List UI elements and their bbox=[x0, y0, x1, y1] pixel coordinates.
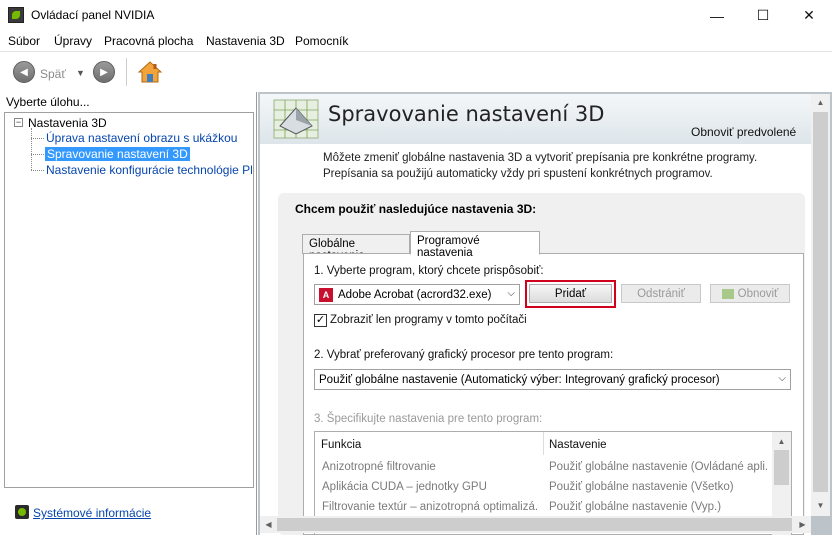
tree-item-physx[interactable]: Nastavenie konfigurácie technológie Phys… bbox=[46, 163, 252, 177]
3d-settings-icon bbox=[273, 99, 319, 139]
home-icon[interactable] bbox=[138, 60, 162, 84]
gpu-select[interactable]: Použiť globálne nastavenie (Automatický … bbox=[314, 369, 791, 390]
program-select-value: Adobe Acrobat (acrord32.exe) bbox=[338, 288, 492, 301]
menu-3d-settings[interactable]: Nastavenia 3D bbox=[206, 34, 285, 48]
remove-program-button[interactable]: Odstrániť bbox=[621, 284, 701, 303]
tree-connector bbox=[31, 154, 44, 155]
tree-item-manage-3d[interactable]: Spravovanie nastavení 3D bbox=[45, 147, 190, 161]
menu-file[interactable]: Súbor bbox=[8, 34, 40, 48]
tree-root-3d-settings[interactable]: Nastavenia 3D bbox=[28, 116, 107, 130]
toolbar-separator bbox=[126, 58, 127, 86]
program-select[interactable]: A Adobe Acrobat (acrord32.exe) ⌵ bbox=[314, 284, 520, 305]
scroll-left-icon[interactable]: ◀ bbox=[260, 516, 277, 533]
local-programs-checkbox[interactable]: ✓ bbox=[314, 314, 327, 327]
nvidia-app-icon bbox=[8, 7, 24, 23]
grid-cell-feature[interactable]: Aplikácia CUDA – jednotky GPU bbox=[322, 481, 537, 493]
grid-cell-feature[interactable]: Anizotropné filtrovanie bbox=[322, 461, 537, 473]
scroll-right-icon[interactable]: ▶ bbox=[794, 516, 811, 533]
minimize-icon: — bbox=[710, 7, 724, 24]
system-info-icon bbox=[15, 505, 29, 519]
settings-heading: Chcem použiť nasledujúce nastavenia 3D: bbox=[295, 202, 537, 216]
chevron-down-icon: ⌵ bbox=[778, 373, 786, 384]
scroll-down-icon[interactable]: ▼ bbox=[812, 497, 829, 514]
task-panel-label: Vyberte úlohu... bbox=[6, 95, 90, 109]
back-label[interactable]: Späť bbox=[40, 67, 66, 81]
close-button[interactable]: ✕ bbox=[786, 0, 832, 31]
maximize-button[interactable]: ☐ bbox=[740, 0, 786, 31]
gpu-select-value: Použiť globálne nastavenie (Automatický … bbox=[319, 373, 720, 386]
system-info-link[interactable]: Systémové informácie bbox=[33, 506, 151, 520]
tree-connector bbox=[31, 138, 44, 139]
tab-program-settings[interactable]: Programové nastavenia bbox=[410, 231, 540, 259]
scroll-up-icon[interactable]: ▲ bbox=[773, 433, 790, 450]
forward-button[interactable]: ▶ bbox=[93, 61, 115, 83]
maximize-icon: ☐ bbox=[756, 7, 770, 23]
page-title: Spravovanie nastavení 3D bbox=[328, 102, 605, 126]
page-description: Môžete zmeniť globálne nastavenia 3D a v… bbox=[323, 152, 758, 180]
menu-edit[interactable]: Úpravy bbox=[54, 34, 92, 48]
close-icon: ✕ bbox=[803, 7, 815, 23]
nvidia-logo-icon bbox=[721, 288, 734, 299]
restore-defaults-link[interactable]: Obnoviť predvolené bbox=[691, 125, 796, 139]
grid-scroll-thumb[interactable] bbox=[774, 450, 789, 485]
tree-item-image-settings[interactable]: Úprava nastavení obrazu s ukážkou bbox=[46, 131, 237, 145]
grid-cell-setting[interactable]: Použiť globálne nastavenie (Všetko) bbox=[549, 481, 769, 493]
grid-header-feature[interactable]: Funkcia bbox=[321, 439, 361, 451]
grid-cell-setting[interactable]: Použiť globálne nastavenie (Ovládané apl… bbox=[549, 461, 769, 473]
restore-program-button[interactable]: Obnoviť bbox=[710, 284, 790, 303]
acrobat-icon: A bbox=[319, 287, 333, 302]
add-program-button[interactable]: Pridať bbox=[529, 284, 612, 303]
local-programs-label: Zobraziť len programy v tomto počítači bbox=[330, 314, 527, 326]
back-arrow-icon: ◀ bbox=[20, 66, 28, 78]
step1-label: 1. Vyberte program, ktorý chcete prispôs… bbox=[314, 265, 544, 277]
history-dropdown-icon[interactable]: ▼ bbox=[76, 68, 85, 78]
window-title: Ovládací panel NVIDIA bbox=[31, 8, 155, 22]
forward-arrow-icon: ▶ bbox=[100, 66, 108, 78]
step2-label: 2. Vybrať preferovaný grafický procesor … bbox=[314, 349, 614, 361]
toolbar bbox=[0, 51, 832, 92]
grid-header-divider bbox=[543, 432, 544, 455]
grid-header-setting[interactable]: Nastavenie bbox=[549, 439, 607, 451]
minimize-button[interactable]: — bbox=[694, 0, 740, 31]
grid-cell-setting[interactable]: Použiť globálne nastavenie (Vyp.) bbox=[549, 501, 769, 513]
restore-program-label: Obnoviť bbox=[737, 287, 779, 300]
back-button[interactable]: ◀ bbox=[13, 61, 35, 83]
tree-collapse-icon[interactable]: − bbox=[14, 118, 23, 127]
grid-cell-feature[interactable]: Filtrovanie textúr – anizotropná optimal… bbox=[322, 501, 537, 513]
horizontal-scroll-thumb[interactable] bbox=[277, 518, 792, 531]
tree-connector bbox=[31, 170, 44, 171]
chevron-down-icon: ⌵ bbox=[507, 288, 515, 299]
menu-desktop[interactable]: Pracovná plocha bbox=[104, 34, 193, 48]
step3-label: 3. Špecifikujte nastavenia pre tento pro… bbox=[314, 413, 543, 425]
tree-connector bbox=[31, 128, 32, 170]
tab-global-settings[interactable]: Globálne nastavenia bbox=[302, 234, 410, 262]
scroll-up-icon[interactable]: ▲ bbox=[812, 94, 829, 111]
content-scroll-thumb[interactable] bbox=[813, 112, 828, 492]
menu-help[interactable]: Pomocník bbox=[295, 34, 348, 48]
